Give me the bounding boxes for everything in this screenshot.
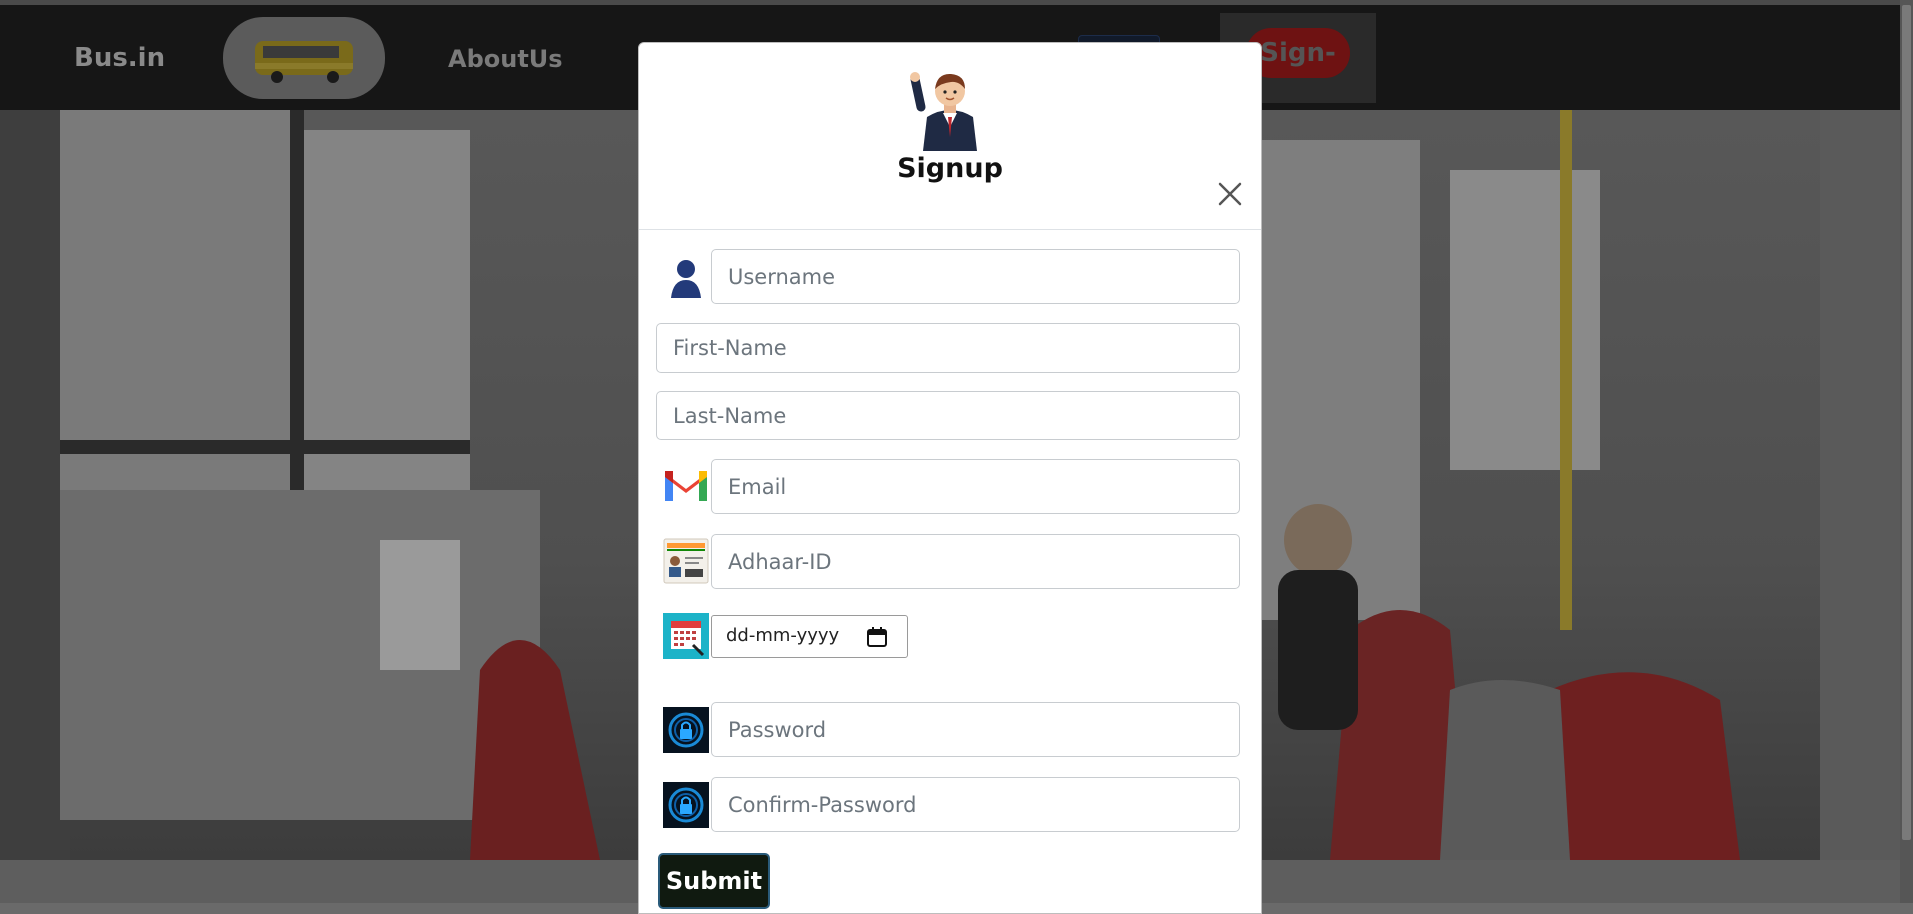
lock-icon <box>663 707 709 753</box>
dob-placeholder: dd-mm-yyyy <box>726 625 840 646</box>
calendar-icon <box>663 613 709 659</box>
first-name-input[interactable] <box>656 323 1240 373</box>
user-silhouette-icon <box>663 254 709 300</box>
modal-title: Signup <box>897 153 1003 184</box>
adhaar-id-input[interactable] <box>711 534 1240 589</box>
nav-about-link[interactable]: AboutUs <box>448 45 563 73</box>
id-card-icon <box>663 537 709 584</box>
brand-link[interactable]: Bus.in <box>74 43 165 73</box>
username-input[interactable] <box>711 249 1240 304</box>
close-icon <box>1218 182 1242 206</box>
gmail-icon <box>663 465 709 511</box>
scrollbar-thumb[interactable] <box>1902 5 1911 840</box>
confirm-password-input[interactable] <box>711 777 1240 832</box>
password-input[interactable] <box>711 702 1240 757</box>
signup-modal: Signup Username First-Name Last-Name Ema… <box>638 42 1262 914</box>
email-input[interactable] <box>711 459 1240 514</box>
lock-icon <box>663 782 709 828</box>
modal-header: Signup <box>639 43 1261 230</box>
bus-logo-button[interactable] <box>223 17 385 99</box>
last-name-input[interactable] <box>656 391 1240 440</box>
dob-date-input[interactable]: dd-mm-yyyy <box>711 615 908 658</box>
date-picker-icon[interactable] <box>866 626 888 648</box>
bus-icon <box>255 41 353 83</box>
submit-button[interactable]: Submit <box>658 853 770 909</box>
waving-businessman-icon <box>910 72 977 151</box>
close-button[interactable] <box>1215 179 1245 209</box>
